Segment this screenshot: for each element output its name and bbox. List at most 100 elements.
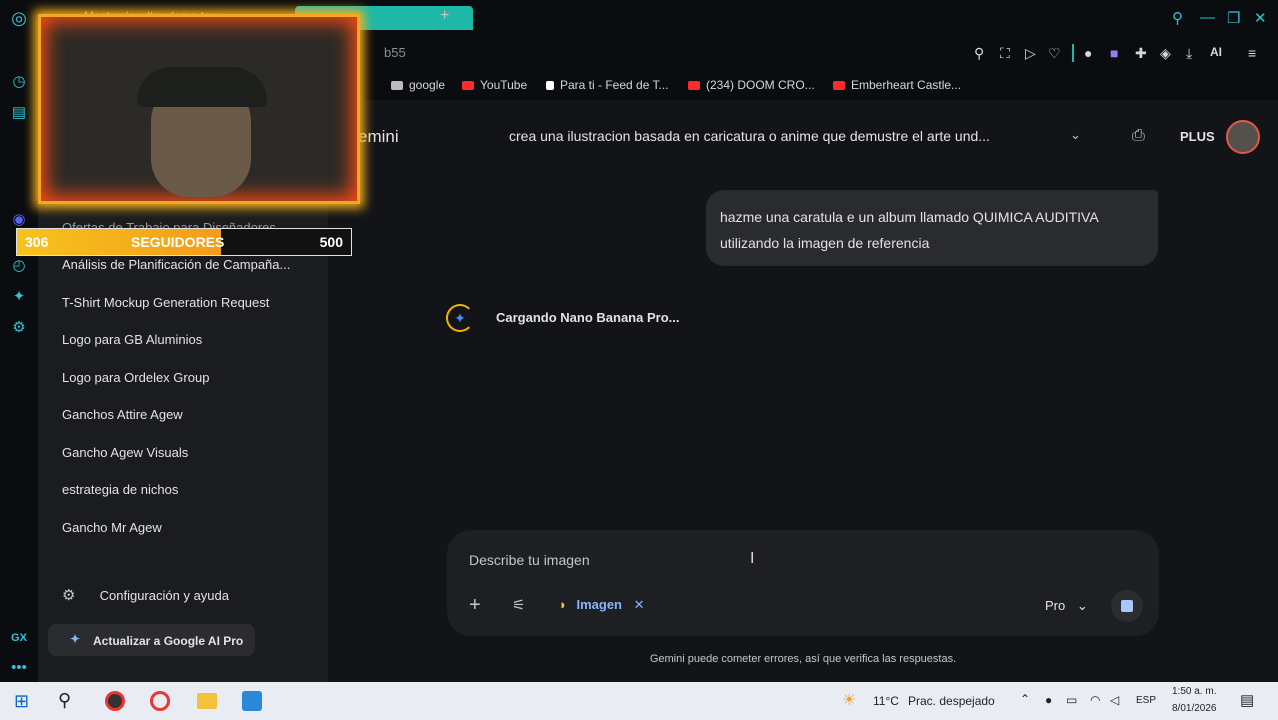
- minimize-icon[interactable]: —: [1200, 9, 1215, 26]
- bookmark-emberheart[interactable]: Emberheart Castle...: [833, 78, 961, 92]
- image-chip-label: Imagen: [576, 597, 622, 612]
- battery-icon[interactable]: ▭: [1066, 693, 1077, 707]
- windows-start-icon[interactable]: ⊞: [14, 691, 29, 712]
- volume-icon[interactable]: ◁: [1110, 693, 1119, 707]
- youtube-icon: [462, 81, 474, 90]
- gemini-brand[interactable]: emini: [358, 127, 399, 147]
- disclaimer: Gemini puede cometer errores, así que ve…: [649, 653, 957, 665]
- search-icon[interactable]: ⚲: [1172, 9, 1183, 27]
- clock-time[interactable]: 1:50 a. m.: [1172, 686, 1216, 697]
- followers-current: 306: [25, 234, 49, 250]
- extensions-icon[interactable]: ✦: [9, 287, 29, 307]
- settings-rail-icon[interactable]: ⚙: [9, 318, 29, 338]
- tiktok-icon: [546, 81, 554, 90]
- player-icon[interactable]: ▷: [1025, 45, 1036, 62]
- weather-desc[interactable]: Prac. despejado: [908, 694, 995, 708]
- file-explorer-icon[interactable]: [197, 693, 217, 709]
- opera-gx-taskbar-icon[interactable]: [105, 691, 125, 711]
- bookmark-doom[interactable]: (234) DOOM CRO...: [688, 78, 815, 92]
- text-cursor-icon: I: [750, 550, 755, 567]
- webcam-overlay: [38, 14, 360, 204]
- settings-help-button[interactable]: ⚙ Configuración y ayuda: [62, 586, 229, 604]
- more-rail-icon[interactable]: •••: [9, 658, 29, 678]
- snapshot-icon[interactable]: ⛶: [1000, 45, 1010, 62]
- prompt-composer[interactable]: Describe tu imagen + ⚟ ◗ Imagen ✕ Pro ⌄: [447, 530, 1159, 636]
- opera-logo-icon[interactable]: ◎: [9, 8, 29, 28]
- bookmark-youtube[interactable]: YouTube: [462, 78, 527, 92]
- sidebar-item[interactable]: T-Shirt Mockup Generation Request: [62, 295, 269, 310]
- stop-button[interactable]: [1111, 590, 1143, 622]
- ai-button[interactable]: AI: [1210, 45, 1222, 59]
- close-window-icon[interactable]: ✕: [1254, 9, 1267, 27]
- photos-app-icon[interactable]: [242, 691, 262, 711]
- gx-icon[interactable]: GX: [9, 628, 29, 648]
- url-text[interactable]: b55: [384, 45, 406, 60]
- sidebar-item[interactable]: Logo para Ordelex Group: [62, 370, 209, 385]
- opera-taskbar-icon[interactable]: [150, 691, 170, 711]
- puzzle-icon[interactable]: ✚: [1135, 45, 1147, 62]
- discord-icon[interactable]: ◉: [9, 210, 29, 230]
- add-icon[interactable]: +: [469, 594, 481, 617]
- chevron-up-icon[interactable]: ⌃: [1020, 692, 1030, 706]
- model-label: Pro: [1045, 598, 1066, 613]
- youtube-icon: [688, 81, 700, 90]
- loading-status: Cargando Nano Banana Pro...: [496, 310, 680, 325]
- sidebar-item[interactable]: Logo para GB Aluminios: [62, 332, 202, 347]
- menu-icon[interactable]: ≡: [1248, 45, 1256, 61]
- sidebar-item[interactable]: Gancho Agew Visuals: [62, 445, 188, 460]
- streamer-cap: [137, 67, 267, 107]
- wifi-icon[interactable]: ◠: [1090, 693, 1100, 707]
- banana-icon: ◗: [559, 597, 567, 612]
- bookmark-label: YouTube: [480, 78, 528, 92]
- sidebar-item[interactable]: estrategia de nichos: [62, 482, 178, 497]
- bookmark-tiktok[interactable]: Para ti - Feed de T...: [546, 78, 669, 92]
- notifications-icon[interactable]: ▤: [1240, 691, 1254, 709]
- gear-icon: ⚙: [62, 587, 76, 604]
- model-selector[interactable]: Pro ⌄: [1045, 598, 1088, 614]
- sidebar-item[interactable]: Análisis de Planificación de Campaña...: [62, 257, 290, 272]
- avatar[interactable]: [1226, 120, 1260, 154]
- ai-extension-icon[interactable]: ■: [1110, 45, 1118, 61]
- ai-label: AI: [1210, 45, 1222, 59]
- pin-icon[interactable]: ⚲: [974, 45, 984, 62]
- chevron-down-icon[interactable]: ⌄: [1070, 127, 1081, 143]
- wallet-icon[interactable]: ▤: [9, 103, 29, 123]
- download-icon[interactable]: ⤓: [1186, 45, 1192, 62]
- gemini-spark-icon: ✦: [446, 304, 474, 332]
- speed-dial-icon[interactable]: ◷: [9, 72, 29, 92]
- image-tool-chip[interactable]: ◗ Imagen ✕: [559, 597, 645, 613]
- prompt-input[interactable]: Describe tu imagen: [469, 552, 590, 568]
- windows-taskbar: ⊞ ⚲ ☀ 11°C Prac. despejado ⌃ ● ▭ ◠ ◁ ESP…: [0, 682, 1278, 720]
- sidebar-item[interactable]: Gancho Mr Agew: [62, 520, 162, 535]
- bookmark-google[interactable]: google: [391, 78, 445, 92]
- weather-icon[interactable]: ☀: [842, 690, 856, 710]
- language-indicator[interactable]: ESP: [1136, 695, 1156, 706]
- chat-title[interactable]: crea una ilustracion basada en caricatur…: [509, 128, 990, 144]
- settings-help-label: Configuración y ayuda: [99, 588, 229, 603]
- heart-icon[interactable]: ♡: [1048, 45, 1061, 62]
- history-icon[interactable]: ◴: [9, 256, 29, 276]
- vpn-icon[interactable]: ◈: [1160, 45, 1171, 62]
- bookmark-label: Emberheart Castle...: [851, 78, 962, 92]
- remove-chip-icon[interactable]: ✕: [634, 597, 645, 612]
- restore-icon[interactable]: ❐: [1227, 9, 1240, 27]
- clock-date[interactable]: 8/01/2026: [1172, 703, 1217, 714]
- bookmark-label: google: [409, 78, 446, 92]
- tools-icon[interactable]: ⚟: [512, 596, 525, 614]
- weather-temp[interactable]: 11°C: [873, 694, 899, 708]
- upgrade-button[interactable]: ✦ Actualizar a Google AI Pro: [48, 624, 255, 656]
- youtube-icon: [833, 81, 845, 90]
- bookmark-label: (234) DOOM CRO...: [706, 78, 815, 92]
- microphone-icon[interactable]: ●: [1045, 693, 1052, 707]
- followers-goal-bar: 306 SEGUIDORES 500: [16, 228, 352, 256]
- bookmark-label: Para ti - Feed de T...: [560, 78, 669, 92]
- gemini-main: emini crea una ilustracion basada en car…: [328, 100, 1278, 682]
- print-icon[interactable]: ⎙: [1132, 127, 1145, 145]
- chevron-down-icon: ⌄: [1076, 598, 1088, 613]
- new-tab-icon[interactable]: +: [440, 7, 449, 25]
- user-message: hazme una caratula e un album llamado QU…: [706, 190, 1158, 266]
- chat-icon[interactable]: ●: [1084, 45, 1092, 61]
- sidebar-item[interactable]: Ganchos Attire Agew: [62, 407, 183, 422]
- followers-goal: 500: [319, 234, 343, 250]
- search-taskbar-icon[interactable]: ⚲: [58, 690, 71, 711]
